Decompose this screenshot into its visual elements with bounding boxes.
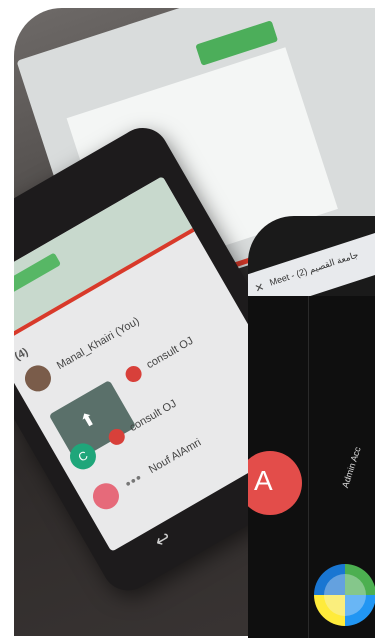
participant-name: consult OJ [144, 334, 196, 372]
avatar-letter: A [254, 465, 273, 496]
back-icon[interactable]: ↩ [151, 527, 179, 561]
mic-off-icon [105, 425, 128, 448]
university-logo [314, 564, 375, 626]
browser-tab-title[interactable]: Meet - (2) جامعة القصيم [268, 249, 359, 288]
close-tab-icon[interactable]: ✕ [253, 280, 265, 295]
participants-count: (4) [14, 345, 31, 364]
laptop-photo-card: + ✕ Meet - (2) جامعة القصيم A Admin Acc [248, 216, 375, 638]
participant-name: consult OJ [127, 397, 179, 435]
more-options-icon[interactable]: ••• [122, 469, 145, 492]
participant-avatar: C [65, 438, 101, 475]
participant-name: Nouf AlAmri [146, 436, 204, 477]
grid-divider [308, 296, 309, 638]
participant-avatar [20, 360, 56, 397]
mic-off-icon [122, 363, 145, 385]
participant-avatar [88, 478, 124, 514]
